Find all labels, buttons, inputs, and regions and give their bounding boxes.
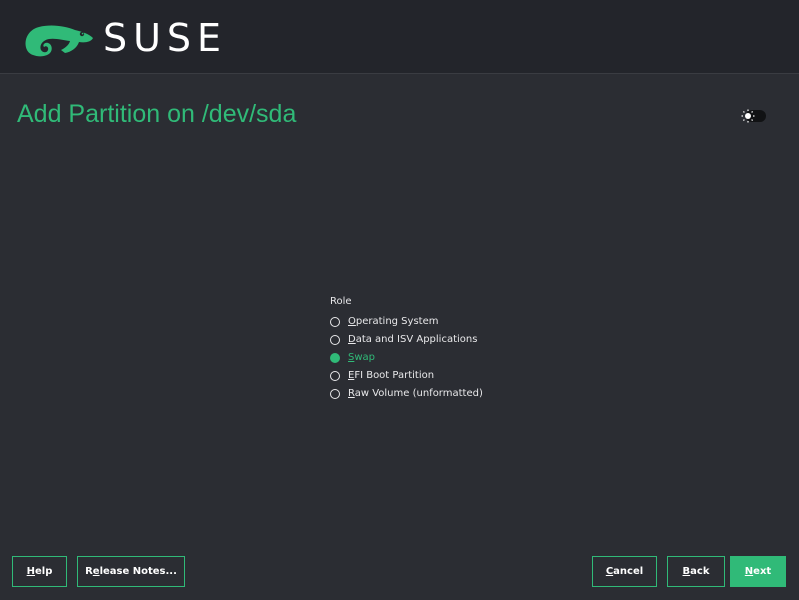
radio-button-checked[interactable] (330, 353, 340, 363)
chameleon-icon (25, 25, 93, 57)
role-label: Role (330, 296, 352, 307)
role-option-label: Operating System (348, 316, 439, 327)
role-option-label: Raw Volume (unformatted) (348, 388, 483, 399)
page-title: Add Partition on /dev/sda (17, 100, 297, 128)
help-button[interactable]: Help (12, 556, 67, 587)
header-bar: SUSE (0, 0, 799, 74)
role-option-data-isv[interactable]: Data and ISV Applications (330, 331, 530, 349)
radio-button[interactable] (330, 371, 340, 381)
role-option-raw-volume[interactable]: Raw Volume (unformatted) (330, 385, 530, 403)
radio-button[interactable] (330, 389, 340, 399)
role-option-swap[interactable]: Swap (330, 349, 530, 367)
role-option-label: Swap (348, 352, 376, 363)
cancel-button[interactable]: Cancel (592, 556, 657, 587)
radio-button[interactable] (330, 317, 340, 327)
role-option-label: Data and ISV Applications (348, 334, 478, 345)
role-option-efi-boot[interactable]: EFI Boot Partition (330, 367, 530, 385)
role-option-operating-system[interactable]: Operating System (330, 313, 530, 331)
role-option-label: EFI Boot Partition (348, 370, 435, 381)
next-button[interactable]: Next (730, 556, 786, 587)
radio-button[interactable] (330, 335, 340, 345)
back-button[interactable]: Back (667, 556, 725, 587)
brand-name: SUSE (103, 16, 228, 60)
release-notes-button[interactable]: Re lease Notes... (77, 556, 185, 587)
theme-toggle[interactable] (740, 108, 766, 124)
role-radio-group: Role Operating System Data and ISV Appli… (330, 295, 530, 403)
